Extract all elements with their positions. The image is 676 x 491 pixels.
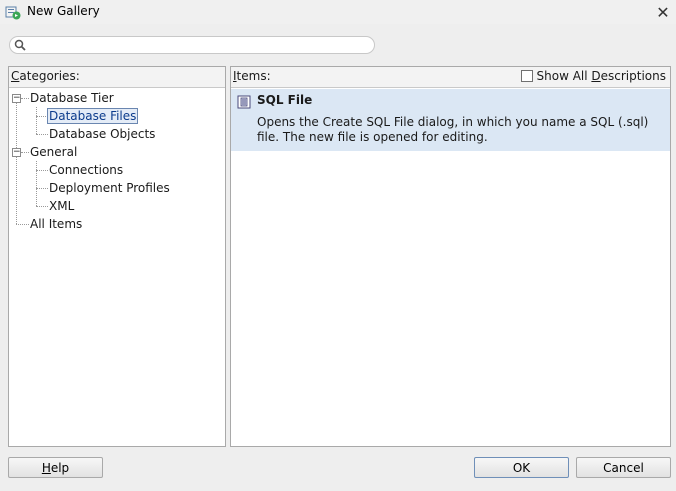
list-item-sql-file[interactable]: SQL File Opens the Create SQL File dialo… [231,89,670,151]
tree-item-deployment-profiles[interactable]: Deployment Profiles [48,179,171,197]
tree-connector [21,98,29,99]
item-description: Opens the Create SQL File dialog, in whi… [257,115,649,144]
tree-item-connections[interactable]: Connections [48,161,124,179]
close-icon: ✕ [656,2,670,22]
search-box [9,36,375,54]
window-title: New Gallery [27,4,100,18]
tree-connector [36,107,37,134]
tree-item-label: Database Files [46,108,139,124]
tree-item-label: General [30,145,78,159]
tree-item-general[interactable]: General [29,143,78,161]
show-all-descriptions-label: Show All Descriptions [536,69,667,83]
items-panel: Items: Show All Descriptions SQL File Op… [230,66,671,447]
tree-item-label: All Items [30,217,83,231]
tree-connector [36,116,48,117]
tree-connector [36,206,48,207]
tree-connector [16,102,17,224]
tree-item-label: Database Tier [30,91,114,105]
tree-item-label: Connections [49,163,124,177]
search-input[interactable] [30,38,370,52]
tree-item-label: Deployment Profiles [49,181,170,195]
tree-connector [36,161,37,206]
items-label: Items: [233,69,271,83]
ok-button[interactable]: OK [474,457,569,478]
tree-item-database-objects[interactable]: Database Objects [48,125,156,143]
close-button[interactable]: ✕ [650,0,676,24]
items-header: Items: Show All Descriptions [231,67,670,88]
collapse-database-tier-icon[interactable]: − [12,94,21,103]
tree-connector [36,170,48,171]
item-title: SQL File [257,93,313,107]
tree-item-xml[interactable]: XML [48,197,75,215]
tree-item-label: XML [49,199,75,213]
tree-connector [16,224,29,225]
tree-item-database-tier[interactable]: Database Tier [29,89,115,107]
categories-panel: Categories: − − Database Tier Database F… [8,66,226,447]
categories-tree: − − Database Tier Database Files Databas… [9,89,225,446]
collapse-general-icon[interactable]: − [12,148,21,157]
tree-item-all-items[interactable]: All Items [29,215,83,233]
checkbox-box[interactable] [520,70,533,82]
title-bar: New Gallery ✕ [0,0,676,24]
tree-item-label: Database Objects [49,127,156,141]
help-button[interactable]: Help [8,457,103,478]
show-all-descriptions-checkbox[interactable]: Show All Descriptions [520,69,667,83]
categories-header: Categories: [9,67,225,88]
tree-connector [36,188,48,189]
categories-label: Categories: [11,69,80,83]
sql-file-icon [237,95,251,109]
tree-connector [36,134,48,135]
tree-item-database-files[interactable]: Database Files [46,107,139,125]
search-icon [14,39,26,51]
cancel-button[interactable]: Cancel [576,457,671,478]
tree-connector [21,152,29,153]
new-gallery-app-icon [5,6,21,20]
